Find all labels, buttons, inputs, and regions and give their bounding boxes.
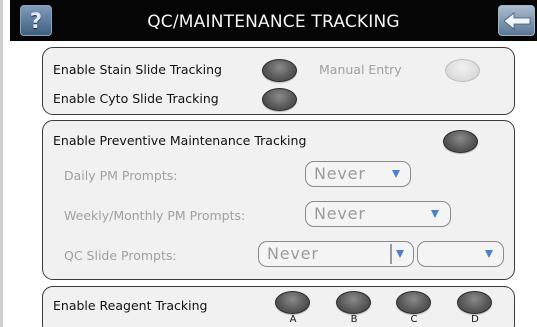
- reagent-tracking-label: Enable Reagent Tracking: [53, 298, 208, 313]
- manual-entry-toggle[interactable]: [445, 59, 480, 82]
- reagent-toggle-d[interactable]: [457, 291, 492, 314]
- chevron-down-icon: [431, 210, 439, 218]
- reagent-toggle-c[interactable]: [396, 291, 431, 314]
- stain-slide-tracking-toggle[interactable]: [262, 59, 297, 82]
- back-arrow-icon: [503, 12, 531, 30]
- back-button[interactable]: [498, 5, 535, 36]
- reagent-toggle-a-label: A: [289, 314, 297, 325]
- reagent-toggle-b[interactable]: [336, 291, 371, 314]
- weekly-monthly-pm-prompts-label: Weekly/Monthly PM Prompts:: [64, 208, 246, 223]
- stain-slide-tracking-label: Enable Stain Slide Tracking: [53, 62, 222, 77]
- weekly-monthly-pm-prompts-select[interactable]: Never: [305, 201, 451, 227]
- preventive-maintenance-label: Enable Preventive Maintenance Tracking: [53, 133, 307, 148]
- manual-entry-label: Manual Entry: [319, 62, 402, 77]
- reagent-toggle-c-label: C: [410, 314, 418, 325]
- dropdown-separator: [390, 244, 392, 264]
- cyto-slide-tracking-toggle[interactable]: [262, 88, 297, 111]
- qc-slide-prompts-value: Never: [267, 244, 319, 263]
- daily-pm-prompts-label: Daily PM Prompts:: [64, 168, 178, 183]
- page-title: QC/MAINTENANCE TRACKING: [147, 12, 400, 32]
- qc-slide-secondary-select[interactable]: [417, 241, 504, 267]
- title-bar: QC/MAINTENANCE TRACKING ?: [10, 0, 537, 41]
- daily-pm-prompts-value: Never: [314, 164, 366, 183]
- help-icon: ?: [29, 8, 43, 33]
- reagent-toggle-b-label: B: [350, 314, 358, 325]
- chevron-down-icon: [396, 250, 404, 258]
- weekly-monthly-pm-prompts-value: Never: [314, 204, 366, 223]
- help-button[interactable]: ?: [20, 5, 52, 36]
- chevron-down-icon: [485, 250, 493, 258]
- left-edge-line: [0, 0, 3, 327]
- daily-pm-prompts-select[interactable]: Never: [305, 161, 411, 187]
- cyto-slide-tracking-label: Enable Cyto Slide Tracking: [53, 91, 219, 106]
- reagent-toggle-d-label: D: [471, 314, 479, 325]
- reagent-toggle-a[interactable]: [275, 291, 310, 314]
- preventive-maintenance-toggle[interactable]: [443, 130, 478, 153]
- chevron-down-icon: [392, 170, 400, 178]
- qc-slide-prompts-label: QC Slide Prompts:: [64, 248, 177, 263]
- qc-slide-prompts-select[interactable]: Never: [258, 241, 414, 267]
